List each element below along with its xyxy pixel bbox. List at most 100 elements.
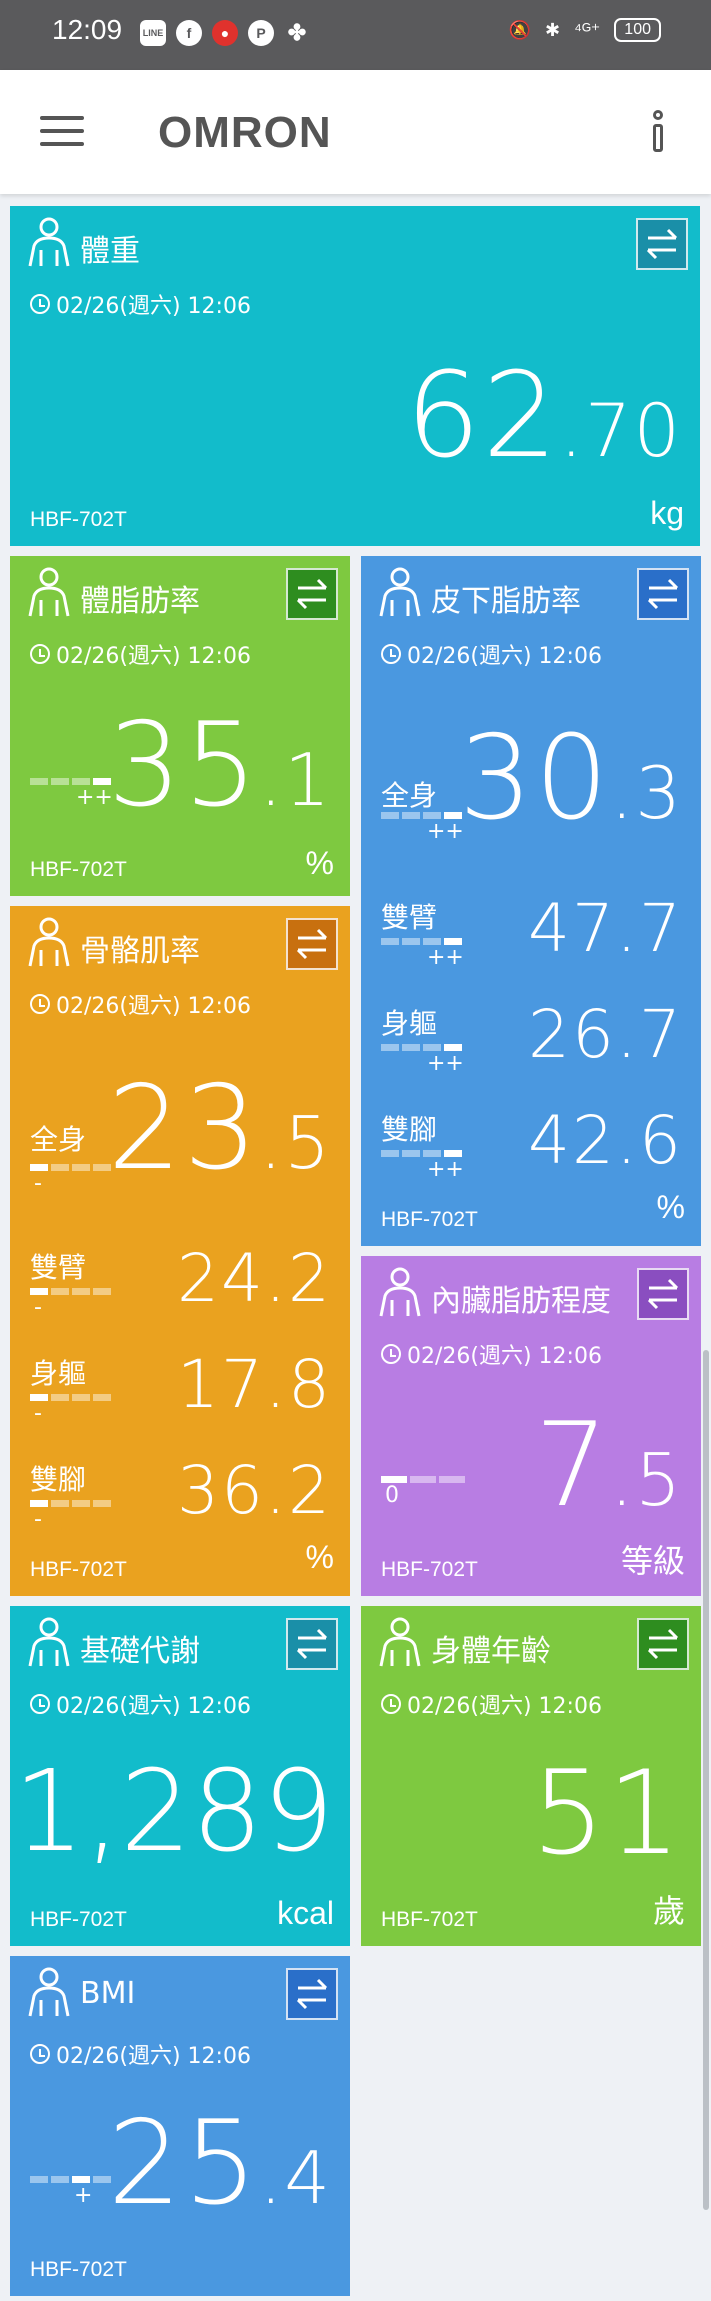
date-text: 02/26(週六) 12:06 [407, 1344, 602, 1369]
card-title: BMI [80, 1976, 136, 2011]
person-icon [24, 216, 74, 268]
region-value: 24.2 [177, 1240, 332, 1317]
date-text: 02/26(週六) 12:06 [56, 994, 251, 1019]
battery-icon: 100 [614, 18, 661, 42]
status-right: 🔕 ✱ ⁴ᴳ⁺ 100 [509, 18, 661, 42]
mute-icon: 🔕 [508, 19, 532, 40]
subcutaneous-fat-card[interactable]: 皮下脂肪率 02/26(週六) 12:06 全身 ++ 30.3 雙臂 ++ 4… [361, 556, 701, 1246]
omron-logo: OMRON [158, 108, 332, 157]
unit-label: 等級 [620, 1543, 685, 1579]
level-scale: ++ [381, 812, 464, 843]
menu-icon[interactable] [40, 116, 84, 146]
clock-icon [30, 994, 50, 1014]
bmr-value: 1,289 [13, 1747, 334, 1877]
clock-icon [30, 294, 50, 314]
measure-date: 02/26(週六) 12:06 [30, 2038, 251, 2070]
level-scale: 0 [381, 1476, 465, 1507]
device-model: HBF-702T [30, 2258, 127, 2281]
unit-label: kg [650, 495, 684, 531]
line-app-icon: LINE [140, 20, 166, 46]
region-label: 身軀 [381, 1007, 438, 1040]
swap-icon[interactable] [286, 568, 338, 620]
person-icon [24, 1616, 74, 1668]
facebook-icon: f [176, 20, 202, 46]
person-icon [24, 1966, 74, 2018]
body-fat-value: 35.1 [107, 698, 332, 833]
swap-icon[interactable] [637, 568, 689, 620]
region-value: 42.6 [528, 1102, 683, 1179]
device-model: HBF-702T [381, 1208, 478, 1231]
pinwheel-icon: ✤ [287, 20, 307, 45]
clock-icon [381, 1694, 401, 1714]
body-age-value: 51 [531, 1746, 683, 1881]
skeletal-muscle-value: 23.5 [107, 1061, 332, 1196]
level-scale: - [30, 1288, 111, 1319]
card-title: 骨骼肌率 [80, 934, 200, 969]
region-label: 全身 [30, 1123, 87, 1156]
date-text: 02/26(週六) 12:06 [56, 1694, 251, 1719]
unit-label: 歲 [652, 1893, 685, 1929]
basal-metabolism-card[interactable]: 基礎代謝 02/26(週六) 12:06 1,289 HBF-702T kcal [10, 1606, 350, 1946]
person-icon [375, 1616, 425, 1668]
swap-icon[interactable] [636, 218, 688, 270]
card-title: 皮下脂肪率 [431, 584, 581, 619]
clock-icon [381, 644, 401, 664]
level-scale: + [30, 2176, 111, 2207]
device-model: HBF-702T [30, 1908, 127, 1931]
date-text: 02/26(週六) 12:06 [407, 1694, 602, 1719]
unit-label: % [305, 1539, 334, 1575]
visceral-fat-value: 7.5 [534, 1398, 683, 1533]
skeletal-muscle-card[interactable]: 骨骼肌率 02/26(週六) 12:06 全身 - 23.5 雙臂 - 24.2… [10, 906, 350, 1596]
swap-icon[interactable] [286, 1968, 338, 2020]
device-model: HBF-702T [30, 858, 127, 881]
status-bar: 12:09 LINE f ● P ✤ 🔕 ✱ ⁴ᴳ⁺ 100 [0, 0, 711, 70]
level-scale: ++ [381, 1150, 464, 1181]
card-title: 基礎代謝 [80, 1634, 200, 1669]
region-label: 雙臂 [381, 901, 438, 934]
scrollbar[interactable] [703, 1350, 709, 2210]
unit-label: % [305, 845, 334, 881]
visceral-fat-card[interactable]: 內臟脂肪程度 02/26(週六) 12:06 0 7.5 HBF-702T 等級 [361, 1256, 701, 1596]
date-text: 02/26(週六) 12:06 [56, 294, 251, 319]
bluetooth-icon: ✱ [545, 19, 561, 40]
level-scale: - [30, 1500, 111, 1531]
clock-icon [30, 2044, 50, 2064]
body-age-card[interactable]: 身體年齡 02/26(週六) 12:06 51 HBF-702T 歲 [361, 1606, 701, 1946]
level-scale: ++ [30, 778, 113, 809]
person-icon [24, 566, 74, 618]
region-value: 36.2 [177, 1452, 332, 1529]
weight-value: 62.70 [405, 346, 682, 484]
swap-icon[interactable] [637, 1268, 689, 1320]
bmi-value: 25.4 [107, 2096, 332, 2231]
app-notification-icon: ● [212, 20, 238, 46]
region-value: 26.7 [528, 996, 683, 1073]
region-label: 身軀 [30, 1357, 87, 1390]
swap-icon[interactable] [286, 918, 338, 970]
weight-card[interactable]: 體重 02/26(週六) 12:06 62.70 HBF-702T kg [10, 206, 700, 546]
device-model: HBF-702T [381, 1908, 478, 1931]
swap-icon[interactable] [286, 1618, 338, 1670]
card-title: 內臟脂肪程度 [431, 1284, 611, 1319]
card-title: 體脂肪率 [80, 584, 200, 619]
region-value: 47.7 [528, 890, 683, 967]
measure-date: 02/26(週六) 12:06 [381, 1338, 602, 1370]
region-label: 雙臂 [30, 1251, 87, 1284]
level-scale: ++ [381, 1044, 464, 1075]
device-model: HBF-702T [30, 508, 127, 531]
person-icon [375, 566, 425, 618]
info-icon[interactable] [648, 110, 668, 158]
card-title: 體重 [80, 234, 140, 269]
region-label: 雙腳 [30, 1463, 87, 1496]
level-scale: - [30, 1164, 111, 1195]
date-text: 02/26(週六) 12:06 [407, 644, 602, 669]
measure-date: 02/26(週六) 12:06 [30, 988, 251, 1020]
measure-date: 02/26(週六) 12:06 [30, 1688, 251, 1720]
body-fat-card[interactable]: 體脂肪率 02/26(週六) 12:06 ++ 35.1 HBF-702T % [10, 556, 350, 896]
device-model: HBF-702T [30, 1558, 127, 1581]
measure-date: 02/26(週六) 12:06 [381, 1688, 602, 1720]
signal-icon: ⁴ᴳ⁺ [574, 19, 601, 40]
region-label: 雙腳 [381, 1113, 438, 1146]
swap-icon[interactable] [637, 1618, 689, 1670]
bmi-card[interactable]: BMI 02/26(週六) 12:06 + 25.4 HBF-702T [10, 1956, 350, 2296]
app-bar: OMRON [0, 70, 711, 194]
